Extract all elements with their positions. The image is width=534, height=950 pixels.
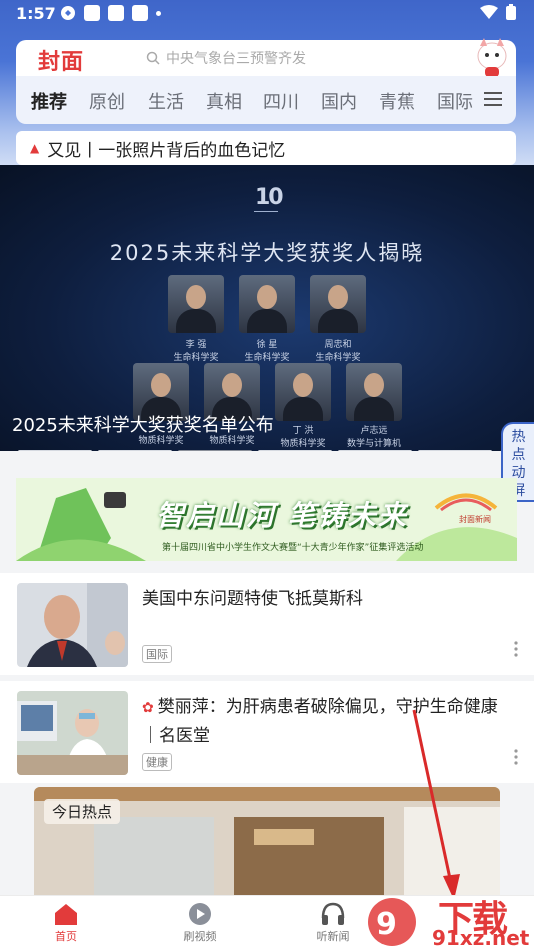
ad-banner[interactable]: 智启山河 笔铸未来 第十届四川省中小学生作文大赛暨“十大青少年作家”征集评选活动… xyxy=(16,478,517,561)
carousel-dot-active[interactable] xyxy=(178,450,252,451)
tab-recommend[interactable]: 推荐 xyxy=(31,88,67,114)
news-item[interactable]: 美国中东问题特使飞抵莫斯科 国际 xyxy=(0,573,534,675)
news-tag: 国际 xyxy=(142,645,172,663)
app-logo: 封面 xyxy=(38,49,85,75)
app-notification-icon xyxy=(84,5,100,21)
news-thumbnail xyxy=(17,691,128,775)
portrait-role: 数学与计算机科学奖 xyxy=(346,439,401,449)
app-notification-icon xyxy=(108,5,124,21)
watermark-url: 91xz.net xyxy=(432,926,530,950)
banner-title: 2025未来科学大奖获奖人揭晓 xyxy=(109,241,425,265)
nav-home-label: 首页 xyxy=(55,930,77,943)
tab-qingjiao[interactable]: 青蕉 xyxy=(379,88,415,114)
carousel-dot[interactable] xyxy=(418,450,492,451)
portrait-role: 生命科学奖 xyxy=(315,353,361,363)
menu-icon[interactable] xyxy=(484,91,502,107)
news-tag: 健康 xyxy=(142,753,172,771)
carousel-dot[interactable] xyxy=(18,450,92,451)
portrait-name: 周忠和 xyxy=(324,340,352,350)
portrait-name: 徐 星 xyxy=(256,340,278,350)
portrait xyxy=(346,363,402,421)
ad-title: 智启山河 笔铸未来 xyxy=(156,499,408,532)
carousel-dot[interactable] xyxy=(98,450,172,451)
carousel-dot[interactable] xyxy=(258,450,332,451)
tab-sichuan[interactable]: 四川 xyxy=(263,88,299,114)
news-item[interactable]: ✿ 樊丽萍：为肝病患者破除偏见，守护生命健康｜名医堂 健康 xyxy=(0,681,534,783)
play-icon xyxy=(189,903,211,925)
mascot-icon[interactable] xyxy=(472,36,512,80)
nav-audio-label: 听新闻 xyxy=(316,930,350,943)
portrait-role: 生命科学奖 xyxy=(244,353,290,363)
app-notification-icon xyxy=(132,5,148,21)
portrait xyxy=(275,363,331,421)
ad-logo: 封面新闻 xyxy=(459,515,491,524)
svg-text:9: 9 xyxy=(376,907,397,942)
doctor-icon: ✿ xyxy=(142,700,154,716)
portrait-name: 丁 洪 xyxy=(292,426,314,436)
wifi-icon xyxy=(480,5,498,19)
tab-truth[interactable]: 真相 xyxy=(206,88,242,114)
portrait xyxy=(239,275,295,333)
banner-caption: 2025未来科学大奖获奖名单公布 xyxy=(12,415,274,436)
ad-subtitle: 第十届四川省中小学生作文大赛暨“十大青少年作家”征集评选活动 xyxy=(162,543,424,553)
battery-icon xyxy=(506,4,516,20)
home-icon xyxy=(55,904,77,925)
nav-home[interactable]: 首页 xyxy=(26,902,106,944)
search-icon xyxy=(146,51,160,65)
pinned-headline[interactable]: ▲ 又见丨一张照片背后的血色记忆 xyxy=(16,131,516,165)
status-time: 1:57 xyxy=(16,4,56,23)
more-notifications-icon xyxy=(156,10,161,16)
headphones-icon xyxy=(321,902,345,925)
more-options-icon[interactable] xyxy=(514,641,518,657)
notification-icons xyxy=(60,5,161,21)
search-placeholder: 中央气象台三预警齐发 xyxy=(166,51,306,67)
carousel-indicators xyxy=(18,450,492,451)
tab-domestic[interactable]: 国内 xyxy=(321,88,357,114)
nav-video[interactable]: 刷视频 xyxy=(160,902,240,944)
nav-video-label: 刷视频 xyxy=(183,930,217,943)
banner-carousel[interactable]: 10 2025未来科学大奖获奖人揭晓 李 强生命科学奖 徐 星生命科学奖 周忠和… xyxy=(0,165,534,451)
pinned-headline-text: 又见丨一张照片背后的血色记忆 xyxy=(47,140,286,161)
pin-icon: ▲ xyxy=(30,141,40,155)
news-thumbnail xyxy=(17,583,128,667)
carousel-dot[interactable] xyxy=(338,450,412,451)
portrait-role: 生命科学奖 xyxy=(173,353,219,363)
banner-mark: 10 xyxy=(255,185,284,210)
nav-audio[interactable]: 听新闻 xyxy=(293,902,373,944)
tab-life[interactable]: 生活 xyxy=(148,88,184,114)
news-title: 美国中东问题特使飞抵莫斯科 xyxy=(142,589,363,609)
today-hot-card[interactable]: 今日热点 xyxy=(34,787,500,897)
portrait-name: 李 强 xyxy=(185,340,207,350)
tab-original[interactable]: 原创 xyxy=(89,88,125,114)
search-input[interactable]: 中央气象台三预警齐发 xyxy=(146,46,466,70)
portrait xyxy=(168,275,224,333)
portrait-role: 物质科学奖 xyxy=(280,439,326,449)
sync-icon xyxy=(61,6,75,20)
search-bar: 封面 中央气象台三预警齐发 xyxy=(16,38,516,77)
today-hot-label: 今日热点 xyxy=(44,799,121,824)
portrait-name: 卢志远 xyxy=(360,426,388,436)
news-title: 樊丽萍：为肝病患者破除偏见，守护生命健康｜名医堂 xyxy=(142,697,498,746)
status-bar: 1:57 xyxy=(0,0,534,30)
category-tabs: 推荐 原创 生活 真相 四川 国内 青蕉 国际 xyxy=(16,76,516,124)
banner-mark-line xyxy=(254,211,278,223)
tab-international[interactable]: 国际 xyxy=(437,88,473,114)
more-options-icon[interactable] xyxy=(514,749,518,765)
portrait xyxy=(310,275,366,333)
